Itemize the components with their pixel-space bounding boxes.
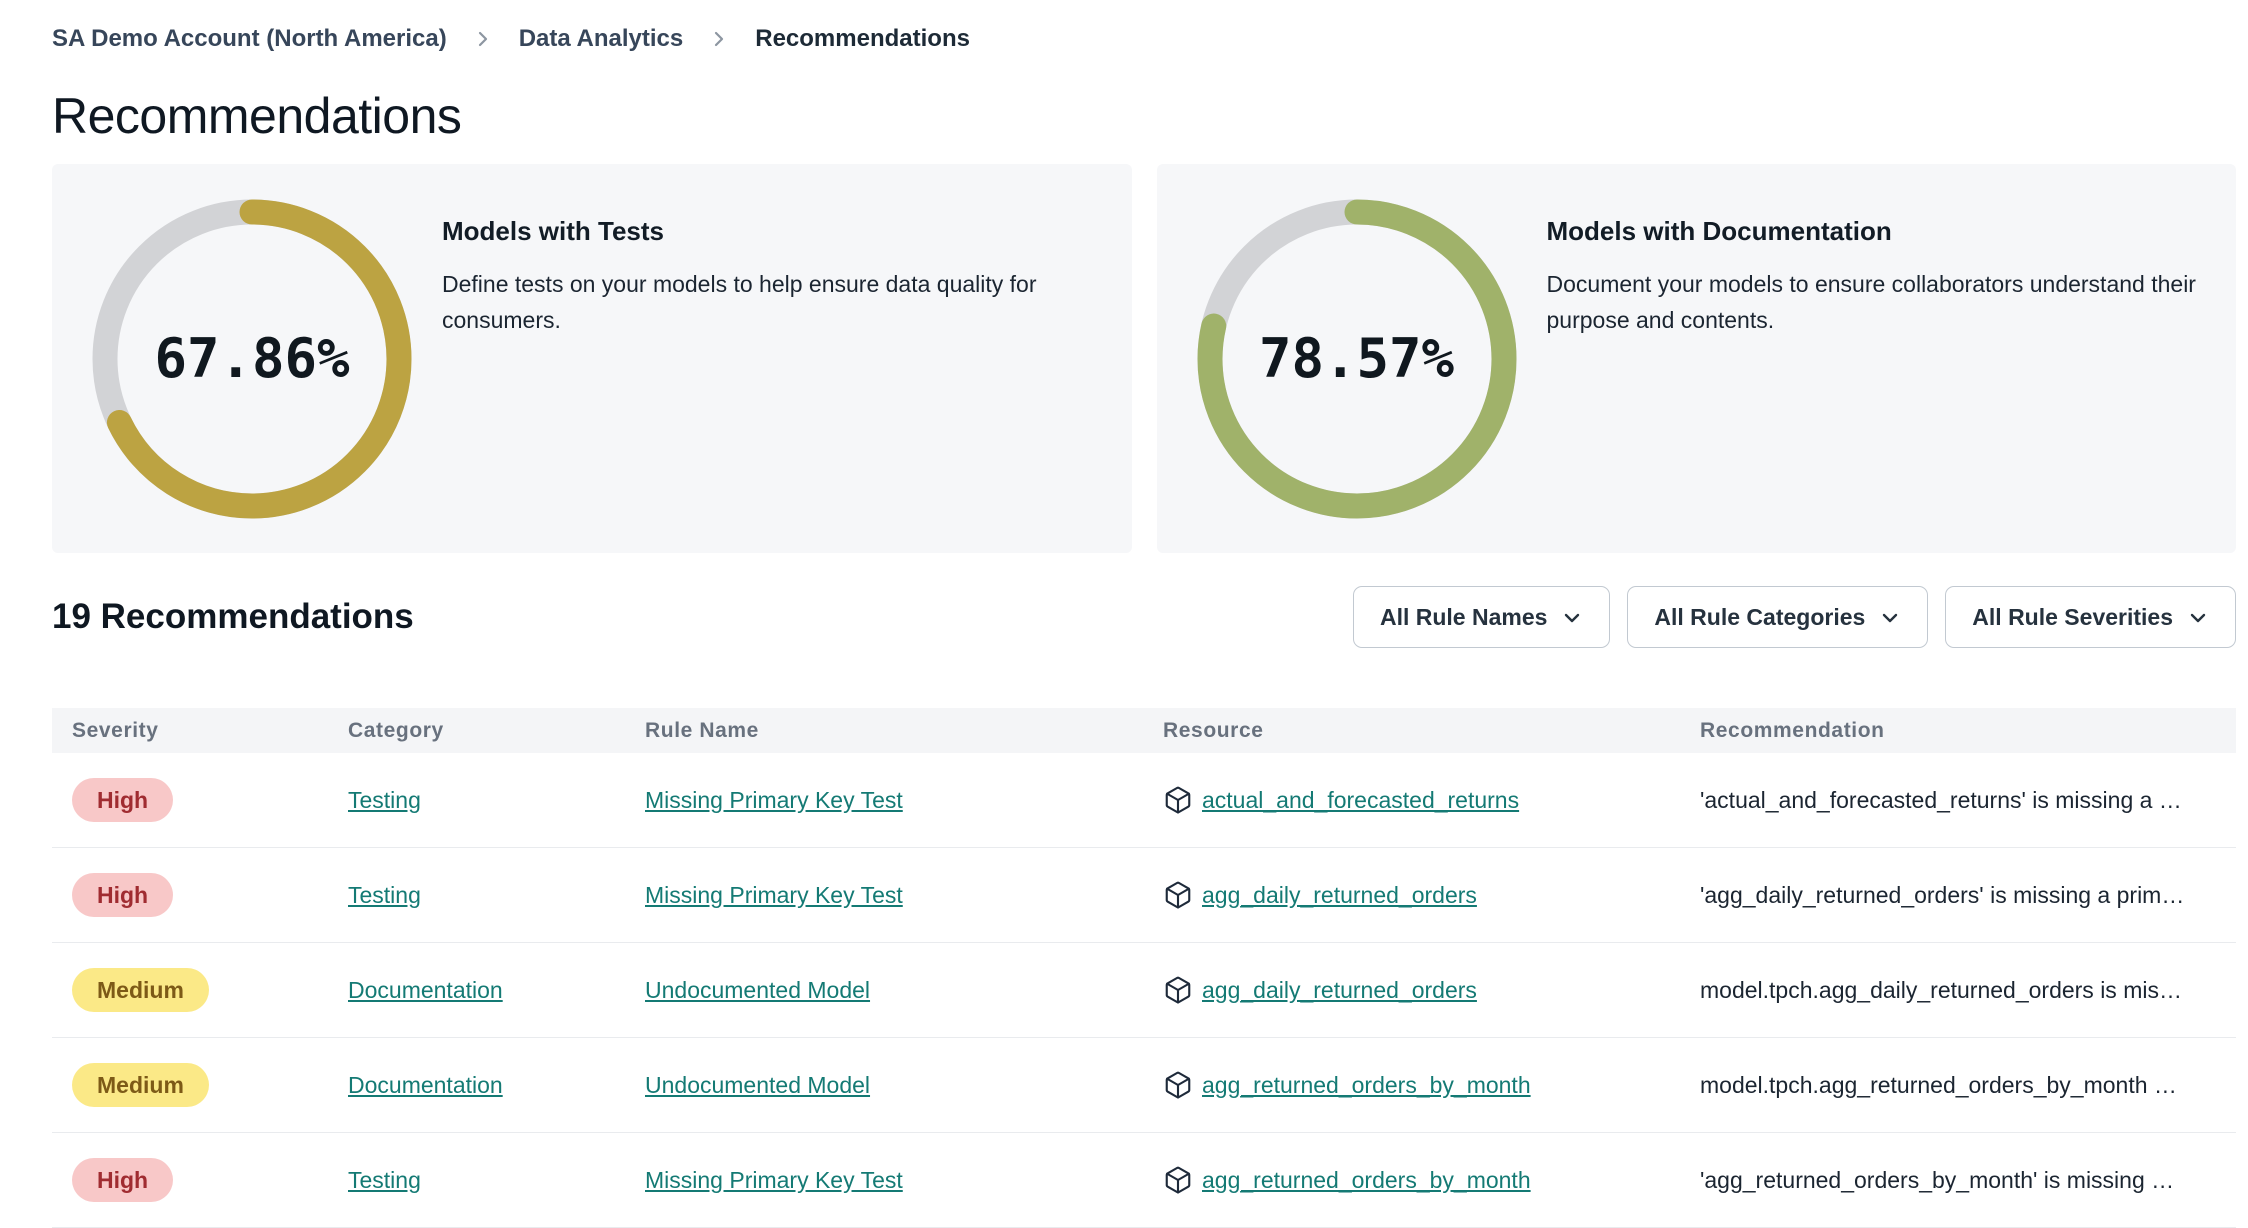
severity-badge: Medium bbox=[72, 1063, 209, 1107]
resource-link[interactable]: agg_daily_returned_orders bbox=[1202, 882, 1477, 909]
table-row: Medium Documentation Undocumented Model … bbox=[52, 1038, 2236, 1133]
column-header-category: Category bbox=[348, 718, 444, 742]
severity-badge: Medium bbox=[72, 968, 209, 1012]
rule-name-link[interactable]: Missing Primary Key Test bbox=[645, 882, 903, 908]
tests-card-description: Define tests on your models to help ensu… bbox=[442, 271, 1037, 333]
table-header: Severity Category Rule Name Resource Rec… bbox=[52, 708, 2236, 753]
severity-badge: High bbox=[72, 778, 174, 822]
resource-link[interactable]: agg_returned_orders_by_month bbox=[1202, 1072, 1531, 1099]
chevron-down-icon bbox=[1565, 613, 1580, 623]
package-icon bbox=[1165, 786, 1191, 814]
recommendation-text: model.tpch.agg_returned_orders_by_month … bbox=[1700, 1071, 2177, 1098]
severity-badge: High bbox=[72, 1158, 174, 1202]
column-header-severity: Severity bbox=[72, 718, 159, 742]
package-icon bbox=[1165, 1071, 1191, 1099]
chevron-right-icon bbox=[709, 29, 729, 49]
column-header-rule-name: Rule Name bbox=[645, 718, 759, 742]
table-row: High Testing Missing Primary Key Test ac… bbox=[52, 753, 2236, 848]
list-toolbar: 19 Recommendations All Rule Names All Ru… bbox=[52, 586, 2236, 648]
chevron-down-icon bbox=[1883, 613, 1898, 623]
category-link[interactable]: Testing bbox=[348, 787, 421, 813]
recommendation-text: 'actual_and_forecasted_returns' is missi… bbox=[1700, 786, 2182, 813]
tests-percent-value: 67.86% bbox=[154, 327, 350, 390]
recommendations-count: 19 Recommendations bbox=[52, 597, 414, 636]
resource-link[interactable]: agg_daily_returned_orders bbox=[1202, 977, 1477, 1004]
filter-dropdown-rule-names[interactable]: All Rule Names bbox=[1352, 586, 1611, 648]
table-row: Medium Documentation Undocumented Model … bbox=[52, 943, 2236, 1038]
docs-card-description: Document your models to ensure collabora… bbox=[1546, 271, 2196, 333]
tests-card-title: Models with Tests bbox=[442, 216, 664, 246]
recommendation-text: model.tpch.agg_daily_returned_orders is … bbox=[1700, 976, 2182, 1003]
rule-name-link[interactable]: Undocumented Model bbox=[645, 1072, 870, 1098]
column-header-recommendation: Recommendation bbox=[1700, 718, 1885, 742]
breadcrumb-item-account[interactable]: SA Demo Account (North America) bbox=[52, 25, 447, 53]
page-title: Recommendations bbox=[52, 88, 462, 144]
breadcrumb-item-project[interactable]: Data Analytics bbox=[519, 25, 684, 53]
resource-link[interactable]: agg_returned_orders_by_month bbox=[1202, 1167, 1531, 1194]
column-header-resource: Resource bbox=[1163, 718, 1264, 742]
docs-percent-value: 78.57% bbox=[1258, 327, 1455, 390]
table-row: High Testing Missing Primary Key Test ag… bbox=[52, 1133, 2236, 1228]
category-link[interactable]: Testing bbox=[348, 1167, 421, 1193]
chevron-right-icon bbox=[473, 29, 493, 49]
rule-name-link[interactable]: Missing Primary Key Test bbox=[645, 1167, 903, 1193]
rule-name-link[interactable]: Undocumented Model bbox=[645, 977, 870, 1003]
breadcrumb: SA Demo Account (North America) Data Ana… bbox=[52, 22, 2236, 56]
table-body: High Testing Missing Primary Key Test ac… bbox=[52, 753, 2236, 1228]
metric-card-documentation: 78.57% Models with Documentation Documen… bbox=[1156, 164, 2236, 553]
metric-cards: 67.86% Models with Tests Define tests on… bbox=[52, 164, 2236, 553]
metric-card-tests: 67.86% Models with Tests Define tests on… bbox=[52, 164, 1132, 553]
package-icon bbox=[1165, 976, 1191, 1004]
tests-donut-chart: 67.86% bbox=[92, 199, 412, 519]
category-link[interactable]: Testing bbox=[348, 882, 421, 908]
filter-dropdown-rule-categories[interactable]: All Rule Categories bbox=[1627, 586, 1929, 648]
recommendations-table: Severity Category Rule Name Resource Rec… bbox=[52, 708, 2236, 1228]
table-row: High Testing Missing Primary Key Test ag… bbox=[52, 848, 2236, 943]
docs-card-title: Models with Documentation bbox=[1546, 216, 1892, 246]
recommendations-page: SA Demo Account (North America) Data Ana… bbox=[0, 0, 2248, 1228]
chevron-down-icon bbox=[2190, 613, 2206, 623]
package-icon bbox=[1165, 1166, 1191, 1194]
filter-dropdown-rule-severities[interactable]: All Rule Severities bbox=[1945, 586, 2236, 648]
recommendation-text: 'agg_returned_orders_by_month' is missin… bbox=[1700, 1166, 2175, 1193]
docs-donut-chart: 78.57% bbox=[1197, 199, 1517, 519]
breadcrumb-item-current: Recommendations bbox=[755, 25, 970, 52]
recommendation-text: 'agg_daily_returned_orders' is missing a… bbox=[1700, 881, 2185, 908]
rule-name-link[interactable]: Missing Primary Key Test bbox=[645, 787, 903, 813]
category-link[interactable]: Documentation bbox=[348, 977, 503, 1003]
category-link[interactable]: Documentation bbox=[348, 1072, 503, 1098]
severity-badge: High bbox=[72, 873, 174, 917]
resource-link[interactable]: actual_and_forecasted_returns bbox=[1202, 787, 1519, 814]
package-icon bbox=[1165, 881, 1191, 909]
filter-bar: All Rule Names All Rule Categories All R… bbox=[1352, 586, 2236, 648]
